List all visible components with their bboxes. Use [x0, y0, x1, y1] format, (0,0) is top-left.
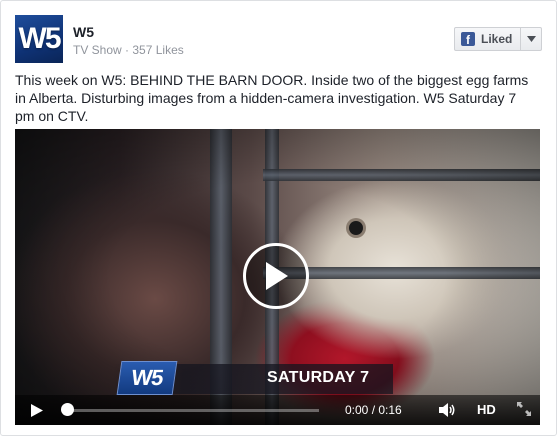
hd-quality-button[interactable]: HD	[477, 402, 496, 417]
play-icon	[31, 404, 43, 417]
page-logo-text: W5	[18, 22, 62, 55]
liked-label: Liked	[481, 32, 513, 46]
facebook-icon: f	[461, 32, 475, 46]
play-icon	[266, 262, 288, 290]
volume-button[interactable]	[439, 403, 457, 422]
fullscreen-button[interactable]	[517, 402, 531, 421]
volume-icon	[439, 403, 455, 417]
control-play-button[interactable]	[31, 404, 43, 422]
page-name[interactable]: W5	[73, 24, 94, 40]
liked-button[interactable]: f Liked	[455, 28, 522, 50]
post-card: W5 W5 TV Show · 357 Likes f Liked This w…	[0, 0, 557, 436]
page-likes-count: 357 Likes	[132, 43, 184, 57]
progress-scrubber[interactable]	[61, 403, 74, 416]
meta-separator: ·	[125, 43, 130, 57]
video-player[interactable]: W5 SATURDAY 7 0:00 / 0:16 HD	[15, 129, 540, 425]
page-category: TV Show	[73, 43, 122, 57]
liked-button-group: f Liked	[454, 27, 543, 51]
page-meta: TV Show · 357 Likes	[73, 43, 184, 57]
airtime-overlay-text: SATURDAY 7	[267, 369, 370, 386]
video-time: 0:00 / 0:16	[345, 403, 402, 417]
progress-track[interactable]	[67, 409, 319, 412]
w5-overlay-logo: W5	[116, 361, 178, 395]
caret-down-icon	[526, 36, 536, 42]
liked-dropdown-button[interactable]	[521, 28, 541, 50]
fullscreen-icon	[517, 402, 531, 416]
post-description: This week on W5: BEHIND THE BARN DOOR. I…	[15, 72, 529, 124]
video-controls: 0:00 / 0:16 HD	[15, 395, 540, 425]
video-play-button[interactable]	[243, 243, 309, 309]
page-avatar[interactable]: W5	[15, 15, 63, 63]
